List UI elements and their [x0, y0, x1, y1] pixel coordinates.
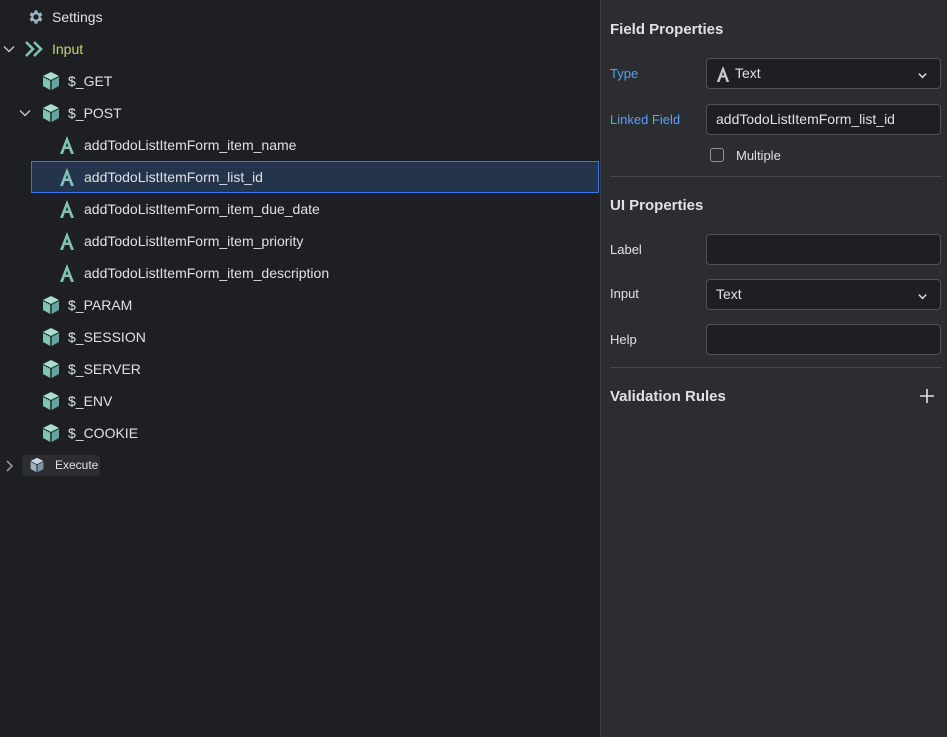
type-select-value: Text	[735, 65, 761, 81]
tree-item-label: addTodoListItemForm_list_id	[84, 169, 263, 185]
tree-item-server[interactable]: $_SERVER	[0, 353, 600, 385]
tree-item-label: $_POST	[68, 105, 122, 121]
tree-item-execute[interactable]: Execute	[22, 455, 100, 476]
cube-icon	[41, 391, 61, 411]
ui-input-select[interactable]: Text	[706, 279, 941, 310]
text-type-icon	[57, 135, 77, 155]
text-type-icon	[57, 167, 77, 187]
tree-item-post[interactable]: $_POST	[0, 97, 600, 129]
tree-item-settings[interactable]: Settings	[0, 1, 600, 33]
cube-icon	[41, 295, 61, 315]
text-type-icon	[715, 65, 731, 86]
add-rule-button[interactable]	[918, 387, 936, 405]
chevron-down-icon[interactable]	[1, 41, 17, 57]
ui-help-label: Help	[610, 332, 637, 347]
tree-item-field-selected[interactable]: addTodoListItemForm_list_id	[31, 161, 599, 193]
divider	[610, 367, 942, 368]
structure-tree: Settings Input $_GET $_POST addTodoListI…	[0, 0, 600, 737]
tree-item-input[interactable]: Input	[0, 33, 600, 65]
chevron-down-icon[interactable]	[17, 105, 33, 121]
cube-icon	[28, 456, 46, 474]
tree-item-field[interactable]: addTodoListItemForm_item_priority	[0, 225, 600, 257]
tree-item-field[interactable]: addTodoListItemForm_item_due_date	[0, 193, 600, 225]
cube-icon	[41, 359, 61, 379]
ui-input-select-value: Text	[716, 286, 742, 302]
ui-input-label: Input	[610, 286, 639, 301]
tree-item-field[interactable]: addTodoListItemForm_item_name	[0, 129, 600, 161]
gear-icon	[26, 7, 46, 27]
properties-panel: Field Properties Type Text Linked Field …	[600, 0, 947, 737]
linked-field-input[interactable]: addTodoListItemForm_list_id	[706, 104, 941, 135]
plus-icon	[920, 389, 934, 403]
divider	[610, 176, 942, 177]
tree-item-get[interactable]: $_GET	[0, 65, 600, 97]
tree-item-label: addTodoListItemForm_item_description	[84, 265, 330, 281]
tree-item-label: Input	[52, 41, 84, 57]
tree-item-label: Execute	[55, 458, 99, 472]
tree-item-param[interactable]: $_PARAM	[0, 289, 600, 321]
double-chevron-right-icon	[24, 39, 44, 59]
tree-item-label: $_SESSION	[68, 329, 146, 345]
chevron-down-icon	[917, 289, 928, 305]
chevron-right-icon[interactable]	[1, 458, 17, 474]
tree-item-label: $_PARAM	[68, 297, 133, 313]
linked-field-label: Linked Field	[610, 112, 681, 127]
tree-item-label: addTodoListItemForm_item_priority	[84, 233, 304, 249]
tree-item-label: Settings	[52, 9, 103, 25]
multiple-label: Multiple	[736, 148, 781, 163]
tree-item-label: $_ENV	[68, 393, 113, 409]
field-properties-title: Field Properties	[610, 21, 724, 38]
ui-label-label: Label	[610, 242, 642, 257]
cube-icon	[41, 103, 61, 123]
tree-item-label: addTodoListItemForm_item_due_date	[84, 201, 320, 217]
cube-icon	[41, 71, 61, 91]
text-type-icon	[57, 199, 77, 219]
linked-field-value: addTodoListItemForm_list_id	[716, 111, 895, 127]
cube-icon	[41, 327, 61, 347]
text-type-icon	[57, 231, 77, 251]
cube-icon	[41, 423, 61, 443]
tree-item-env[interactable]: $_ENV	[0, 385, 600, 417]
multiple-checkbox[interactable]	[710, 148, 724, 162]
tree-item-label: $_COOKIE	[68, 425, 139, 441]
validation-rules-title: Validation Rules	[610, 388, 726, 405]
type-select[interactable]: Text	[706, 58, 941, 89]
ui-properties-title: UI Properties	[610, 197, 704, 214]
type-label: Type	[610, 66, 639, 81]
ui-label-input[interactable]	[706, 234, 941, 265]
ui-help-input[interactable]	[706, 324, 941, 355]
tree-item-label: $_GET	[68, 73, 113, 89]
tree-item-field[interactable]: addTodoListItemForm_item_description	[0, 257, 600, 289]
tree-item-label: addTodoListItemForm_item_name	[84, 137, 297, 153]
text-type-icon	[57, 263, 77, 283]
tree-item-label: $_SERVER	[68, 361, 141, 377]
tree-item-session[interactable]: $_SESSION	[0, 321, 600, 353]
tree-item-cookie[interactable]: $_COOKIE	[0, 417, 600, 449]
chevron-down-icon	[917, 68, 928, 84]
